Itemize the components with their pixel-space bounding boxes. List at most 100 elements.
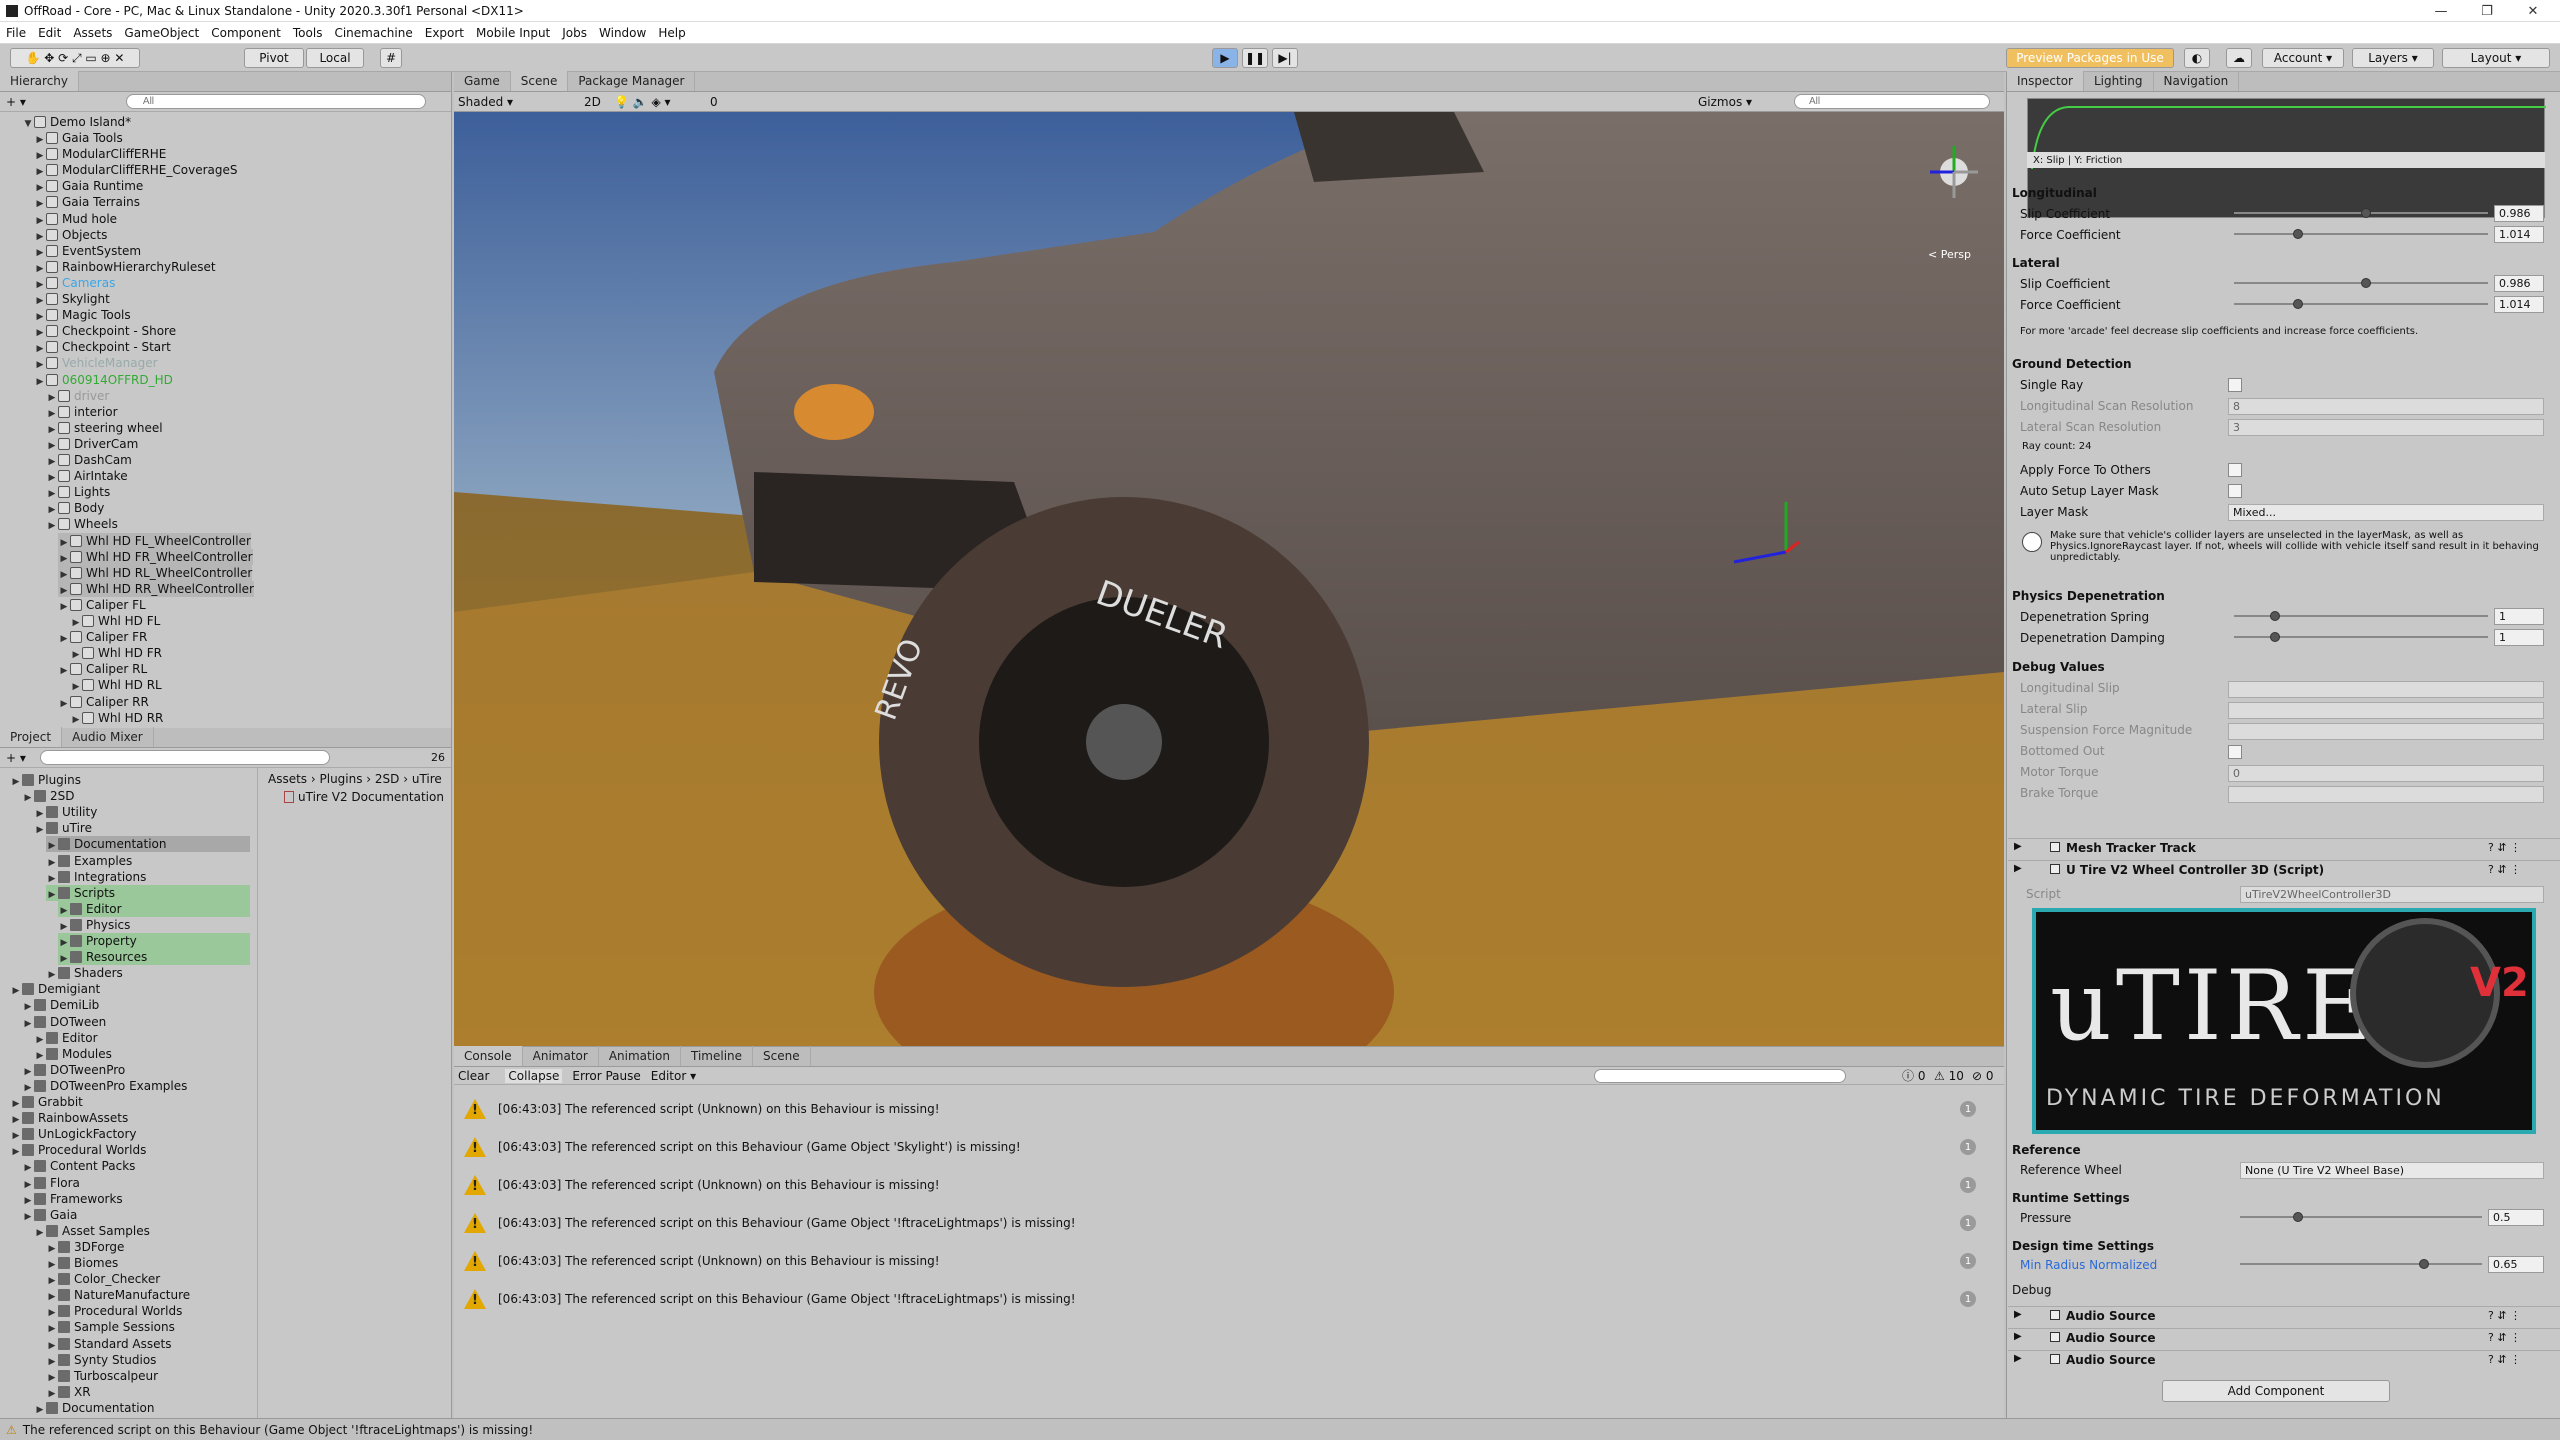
add-component-button[interactable]: Add Component (2162, 1380, 2390, 1402)
project-folder[interactable]: ▶ Synty Studios (46, 1352, 157, 1368)
debug-value-field[interactable] (2228, 702, 2544, 719)
fold-arrow-icon[interactable]: ▶ (2014, 1309, 2022, 1320)
crumb-plugins[interactable]: Plugins (320, 772, 363, 786)
component-menu-icons[interactable]: ? ⇵ ⋮ (2488, 1353, 2521, 1366)
console-search-input[interactable] (1594, 1068, 1846, 1083)
hierarchy-item[interactable]: ▶ Whl HD RR_WheelController (58, 580, 254, 597)
folder-arrow-icon[interactable]: ▶ (46, 887, 58, 903)
motor-torque-field[interactable]: 0 (2228, 765, 2544, 782)
project-folder[interactable]: ▶ Scripts (46, 884, 250, 903)
project-folder[interactable]: ▶ Modules (34, 1046, 112, 1062)
warn-count[interactable]: ⚠ 10 (1934, 1069, 1964, 1083)
menu-gameobject[interactable]: GameObject (124, 26, 199, 40)
persp-label[interactable]: < Persp (1928, 248, 1971, 261)
menu-cinemachine[interactable]: Cinemachine (334, 26, 412, 40)
project-folder[interactable]: ▶ DOTween (22, 1014, 107, 1030)
tab-console-timeline[interactable]: Timeline (681, 1046, 754, 1066)
component-menu-icons[interactable]: ? ⇵ ⋮ (2488, 841, 2521, 854)
menu-tools[interactable]: Tools (293, 26, 323, 40)
menu-assets[interactable]: Assets (73, 26, 112, 40)
collapse-button[interactable]: Collapse (505, 1068, 563, 1083)
project-folder[interactable]: ▶ Shaders (46, 965, 123, 981)
project-folder[interactable]: ▶ Biomes (46, 1255, 119, 1271)
project-folder[interactable]: ▶ Editor (34, 1030, 98, 1046)
hierarchy-item[interactable]: ▶ steering wheel (46, 420, 163, 436)
project-folder[interactable]: ▶ Asset Samples (34, 1223, 150, 1239)
hierarchy-item[interactable]: ▶ Whl HD RL_WheelController (58, 564, 253, 581)
local-toggle[interactable]: Local (306, 48, 364, 68)
expand-arrow-icon[interactable]: ▶ (58, 599, 70, 615)
hierarchy-item[interactable]: ▶ Whl HD FL (70, 613, 161, 629)
menu-component[interactable]: Component (211, 26, 281, 40)
depen-damp-slider-knob[interactable] (2269, 632, 2280, 642)
project-folder[interactable]: ▶ Resources (58, 949, 250, 966)
expand-arrow-icon[interactable]: ▶ (34, 374, 46, 390)
project-folder[interactable]: ▶ DOTweenPro (22, 1062, 126, 1078)
auto-layer-checkbox[interactable] (2228, 484, 2242, 498)
fold-arrow-icon[interactable]: ▶ (2014, 1331, 2022, 1342)
scene-root[interactable]: ▼ Demo Island* (22, 114, 132, 130)
project-folder[interactable]: ▶ 3DForge (46, 1239, 125, 1255)
project-folder[interactable]: ▶ RainbowAssets (10, 1110, 129, 1126)
tab-hierarchy[interactable]: Hierarchy (0, 71, 80, 91)
hierarchy-item[interactable]: ▶ ModularCliffERHE_CoverageS (34, 162, 238, 178)
fold-arrow-icon[interactable]: ▶ (2014, 841, 2022, 852)
project-folder[interactable]: ▶ Demigiant (10, 981, 101, 997)
folder-arrow-icon[interactable]: ▶ (34, 1225, 46, 1241)
project-folder[interactable]: ▶ Sample Sessions (46, 1319, 175, 1335)
hierarchy-item[interactable]: ▶ Checkpoint - Start (34, 339, 171, 355)
pivot-toggle[interactable]: Pivot (244, 48, 304, 68)
expand-arrow-icon[interactable]: ▶ (70, 712, 82, 728)
log-count[interactable]: ⓘ 0 (1902, 1067, 1925, 1084)
console-message[interactable]: [06:43:03] The referenced script (Unknow… (458, 1242, 1998, 1280)
hierarchy-item[interactable]: ▶ DriverCam (46, 436, 139, 452)
long-slip-slider-value[interactable]: 0.986 (2494, 205, 2544, 222)
console-message[interactable]: [06:43:03] The referenced script on this… (458, 1128, 1998, 1166)
component-menu-icons[interactable]: ? ⇵ ⋮ (2488, 1309, 2521, 1322)
depen-damp-slider-value[interactable]: 1 (2494, 629, 2544, 646)
hierarchy-item[interactable]: ▶ Cameras (34, 275, 116, 291)
add-icon[interactable]: + ▾ (6, 95, 26, 109)
asset-item[interactable]: uTire V2 Documentation (284, 790, 444, 804)
account-dropdown[interactable]: Account ▾ (2262, 48, 2344, 68)
collab-icon[interactable]: ◐ (2184, 48, 2210, 68)
shading-dropdown[interactable]: Shaded ▾ (458, 95, 513, 109)
error-pause-button[interactable]: Error Pause (572, 1069, 640, 1083)
menu-window[interactable]: Window (599, 26, 646, 40)
preview-packages-button[interactable]: Preview Packages in Use (2006, 48, 2174, 68)
single-ray-checkbox[interactable] (2228, 378, 2242, 392)
hierarchy-item[interactable]: ▶ ModularCliffERHE (34, 146, 167, 162)
crumb-assets[interactable]: Assets (268, 772, 307, 786)
hierarchy-item[interactable]: ▶ Caliper FL (58, 597, 146, 613)
long-force-slider-value[interactable]: 1.014 (2494, 226, 2544, 243)
enable-checkbox[interactable] (2050, 864, 2060, 874)
expand-arrow-icon[interactable]: ▶ (58, 696, 70, 712)
project-folder[interactable]: ▶ Flora (22, 1175, 80, 1191)
menu-help[interactable]: Help (658, 26, 685, 40)
enable-checkbox[interactable] (2050, 1310, 2060, 1320)
scene-view-icons[interactable]: 💡 🔈 ◈ ▾ (614, 95, 671, 109)
hierarchy-item[interactable]: ▶ Gaia Runtime (34, 178, 144, 194)
hierarchy-item[interactable]: ▶ driver (46, 388, 110, 404)
project-folder[interactable]: ▶ DOTweenPro Examples (22, 1078, 188, 1094)
lat-force-slider-knob[interactable] (2292, 299, 2303, 309)
pressure-slider-track[interactable] (2240, 1216, 2482, 1218)
project-folder[interactable]: ▶ Plugins (10, 772, 81, 788)
menu-file[interactable]: File (6, 26, 26, 40)
status-bar[interactable]: ⚠ The referenced script on this Behaviou… (0, 1418, 2560, 1440)
hierarchy-item[interactable]: ▶ Whl HD FR_WheelController (58, 548, 253, 565)
hierarchy-item[interactable]: ▶ EventSystem (34, 243, 142, 259)
project-add-icon[interactable]: + ▾ (6, 751, 26, 765)
project-folder[interactable]: ▶ Gaia (22, 1207, 78, 1223)
project-folder[interactable]: ▶ Examples (46, 853, 133, 869)
hierarchy-item[interactable]: ▶ Objects (34, 227, 108, 243)
menu-mobile-input[interactable]: Mobile Input (476, 26, 550, 40)
depen-spring-slider-knob[interactable] (2269, 611, 2280, 621)
project-folder[interactable]: ▶ NatureManufacture (46, 1287, 191, 1303)
tab-audio-mixer[interactable]: Audio Mixer (62, 727, 154, 747)
hierarchy-item[interactable]: ▶ Mud hole (34, 211, 118, 227)
project-search-input[interactable] (39, 750, 330, 765)
grid-snap-icon[interactable]: # (380, 48, 402, 68)
hierarchy-item[interactable]: ▶ RainbowHierarchyRuleset (34, 259, 216, 275)
tab-game[interactable]: Game (454, 71, 511, 91)
